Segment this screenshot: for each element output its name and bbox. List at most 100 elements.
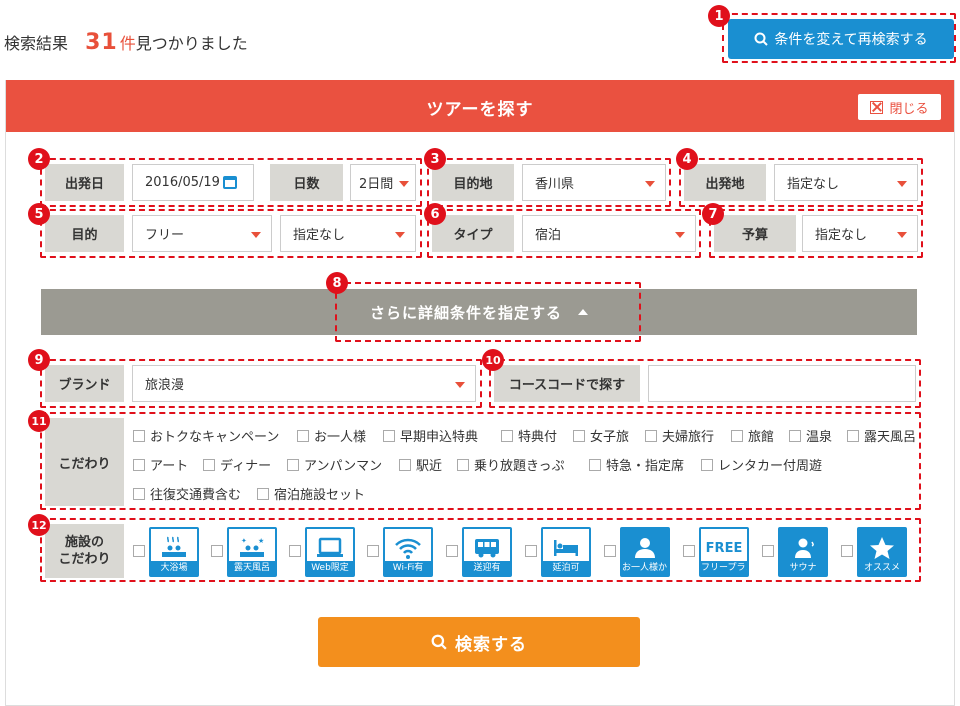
callout-badge: 12 [28, 514, 50, 536]
origin-select[interactable]: 指定なし [774, 164, 918, 201]
course-code-input[interactable] [648, 365, 916, 402]
checkbox[interactable] [287, 458, 299, 471]
brand-label: ブランド [45, 365, 124, 402]
checkbox[interactable] [133, 487, 145, 500]
checkbox[interactable] [289, 545, 301, 557]
facility-caption: 大浴場 [151, 561, 197, 575]
kodawari-option[interactable]: 駅近 [399, 455, 442, 474]
kodawari-option[interactable]: おトクなキャンペーン [133, 426, 279, 445]
result-suffix: 見つかりました [135, 34, 248, 53]
kodawari-option-label: 特急・指定席 [606, 459, 685, 474]
checkbox[interactable] [399, 458, 411, 471]
panel-title: ツアーを探す [426, 100, 534, 120]
kodawari-option[interactable]: 乗り放題きっぷ [457, 455, 564, 474]
checkbox[interactable] [211, 545, 223, 557]
chevron-down-icon [399, 180, 409, 187]
kodawari-option[interactable]: 特急・指定席 [589, 455, 684, 474]
svg-text:★: ★ [258, 537, 264, 545]
kodawari-option[interactable]: ディナー [203, 455, 271, 474]
days-select[interactable]: 2日間 [350, 164, 416, 201]
facility-pictogram [464, 532, 510, 564]
kodawari-option[interactable]: アンパンマン [287, 455, 382, 474]
checkbox[interactable] [367, 545, 379, 557]
kodawari-option-label: 夫婦旅行 [662, 430, 715, 445]
large-bath-icon[interactable]: 大浴場 [149, 527, 199, 577]
purpose-sub-select[interactable]: 指定なし [280, 215, 416, 252]
checkbox[interactable] [789, 429, 801, 442]
checkbox[interactable] [847, 429, 859, 442]
checkbox[interactable] [701, 458, 713, 471]
result-prefix: 検索結果 [4, 34, 69, 53]
search-button-label: 検索する [455, 634, 527, 655]
checkbox[interactable] [457, 458, 469, 471]
free-text: FREE [705, 540, 743, 556]
checkbox[interactable] [446, 545, 458, 557]
checkbox[interactable] [203, 458, 215, 471]
checkbox[interactable] [383, 429, 395, 442]
sauna-icon[interactable]: サウナ [778, 527, 828, 577]
kodawari-option[interactable]: 特典付 [501, 426, 557, 445]
facility-pictogram [543, 532, 589, 564]
facility-pictogram [622, 532, 668, 564]
callout-badge: 6 [424, 203, 446, 225]
checkbox[interactable] [683, 545, 695, 557]
more-conditions-button[interactable]: さらに詳細条件を指定する [41, 289, 917, 335]
kodawari-option[interactable]: レンタカー付周遊 [701, 455, 822, 474]
research-button[interactable]: 条件を変えて再検索する [728, 19, 954, 59]
kodawari-option[interactable]: 温泉 [789, 426, 832, 445]
purpose-select[interactable]: フリー [132, 215, 272, 252]
kodawari-option[interactable]: アート [133, 455, 188, 474]
kodawari-option[interactable]: 早期申込特典 [383, 426, 478, 445]
checkbox[interactable] [762, 545, 774, 557]
checkbox[interactable] [604, 545, 616, 557]
search-icon [754, 32, 769, 46]
checkbox[interactable] [133, 458, 145, 471]
kodawari-option[interactable]: 露天風呂 [847, 426, 916, 445]
departure-date-input[interactable]: 2016/05/19 [132, 164, 254, 201]
checkbox[interactable] [257, 487, 269, 500]
bed-icon[interactable]: 延泊可 [541, 527, 591, 577]
checkbox[interactable] [573, 429, 585, 442]
kodawari-option[interactable]: 女子旅 [573, 426, 629, 445]
open-air-bath-icon[interactable]: ✦ ★ 露天風呂 [227, 527, 277, 577]
checkbox[interactable] [501, 429, 513, 442]
search-button[interactable]: 検索する [318, 617, 640, 667]
wifi-icon[interactable]: Wi-Fi有 [383, 527, 433, 577]
more-conditions-label: さらに詳細条件を指定する [369, 303, 562, 322]
facility-pictogram [859, 532, 905, 564]
budget-label: 予算 [714, 215, 796, 252]
kodawari-option[interactable]: 夫婦旅行 [645, 426, 714, 445]
facility-caption: オススメ [859, 561, 905, 575]
star-icon[interactable]: オススメ [857, 527, 907, 577]
kodawari-option-label: 往復交通費含む [150, 488, 242, 503]
kodawari-option[interactable]: お一人様 [297, 426, 366, 445]
laptop-icon[interactable]: Web限定 [305, 527, 355, 577]
kodawari-option[interactable]: 往復交通費含む [133, 484, 241, 503]
purpose-sub-value: 指定なし [293, 228, 346, 243]
chevron-down-icon [675, 231, 685, 238]
brand-select[interactable]: 旅浪漫 [132, 365, 476, 402]
kodawari-option[interactable]: 宿泊施設セット [257, 484, 365, 503]
checkbox[interactable] [297, 429, 309, 442]
checkbox[interactable] [133, 429, 145, 442]
bus-icon[interactable]: 送迎有 [462, 527, 512, 577]
checkbox[interactable] [645, 429, 657, 442]
brand-value: 旅浪漫 [145, 378, 185, 393]
destination-select[interactable]: 香川県 [522, 164, 666, 201]
kodawari-option-label: 駅近 [416, 459, 443, 474]
chevron-down-icon [897, 180, 907, 187]
checkbox[interactable] [841, 545, 853, 557]
days-value: 2日間 [359, 177, 394, 192]
checkbox[interactable] [589, 458, 601, 471]
checkbox[interactable] [525, 545, 537, 557]
checkbox[interactable] [731, 429, 743, 442]
calendar-icon[interactable] [222, 176, 237, 189]
budget-select[interactable]: 指定なし [802, 215, 918, 252]
course-code-label: コースコードで探す [494, 365, 640, 402]
single-person-icon[interactable]: お一人様から可 [620, 527, 670, 577]
kodawari-option[interactable]: 旅館 [731, 426, 774, 445]
close-button[interactable]: 閉じる [858, 94, 941, 120]
checkbox[interactable] [133, 545, 145, 557]
type-select[interactable]: 宿泊 [522, 215, 696, 252]
free-plan-icon[interactable]: FREE フリープラン [699, 527, 749, 577]
